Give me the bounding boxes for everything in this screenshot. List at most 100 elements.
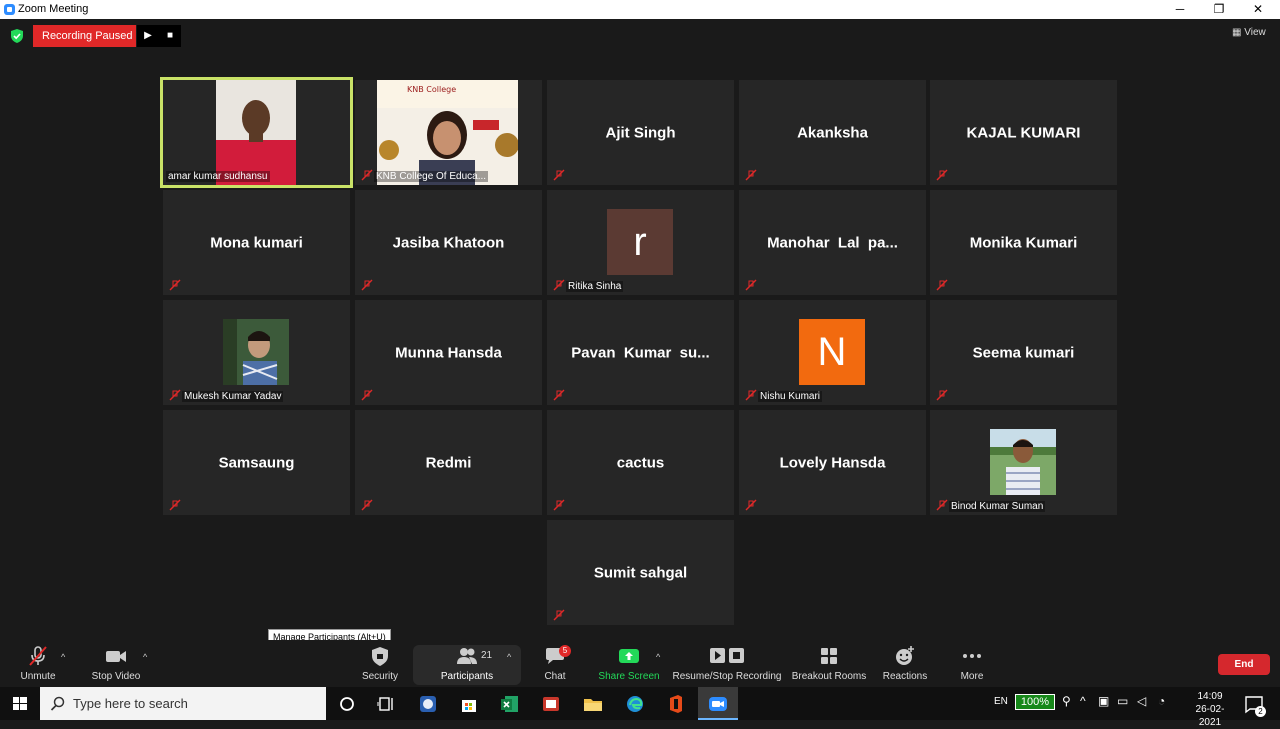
participant-name-display: Mona kumari bbox=[210, 234, 303, 251]
app-icon-generic[interactable] bbox=[418, 694, 438, 714]
participant-name-display: Manohar Lal pa... bbox=[767, 234, 898, 251]
participant-tile[interactable]: amar kumar sudhansu bbox=[160, 77, 353, 188]
breakout-rooms-icon bbox=[821, 648, 837, 664]
participant-tile[interactable]: Samsaung bbox=[163, 410, 350, 515]
resume-recording-button[interactable]: ▶ bbox=[137, 25, 159, 47]
participant-avatar: N bbox=[799, 319, 865, 385]
chat-unread-badge: 5 bbox=[559, 645, 571, 657]
show-hidden-icons-chevron-icon[interactable]: ^ bbox=[1080, 694, 1086, 708]
muted-mic-icon bbox=[936, 169, 948, 181]
participants-count: 21 bbox=[481, 650, 493, 661]
windows-start-icon[interactable] bbox=[0, 687, 40, 720]
share-screen-button[interactable]: Share Screen bbox=[598, 645, 660, 682]
muted-mic-icon bbox=[553, 279, 565, 291]
volume-icon[interactable]: ◁ bbox=[1137, 694, 1146, 708]
participant-tile[interactable]: Seema kumari bbox=[930, 300, 1117, 405]
end-meeting-button[interactable]: End bbox=[1218, 654, 1270, 675]
participant-tile[interactable]: Ajit Singh bbox=[547, 80, 734, 185]
participant-tile[interactable]: Binod Kumar Suman bbox=[930, 410, 1117, 515]
breakout-rooms-label: Breakout Rooms bbox=[791, 671, 867, 682]
participant-tile[interactable]: KAJAL KUMARI bbox=[930, 80, 1117, 185]
participant-name-display: Lovely Hansda bbox=[779, 454, 886, 471]
audio-options-chevron-icon[interactable]: ^ bbox=[61, 652, 65, 662]
muted-mic-icon bbox=[169, 279, 181, 291]
minimize-button[interactable]: ─ bbox=[1160, 0, 1200, 19]
cortana-icon[interactable] bbox=[337, 694, 357, 714]
power-battery-icon[interactable]: ▭ bbox=[1117, 694, 1128, 708]
participant-tile[interactable]: Redmi bbox=[355, 410, 542, 515]
tray-app-icon[interactable]: ▣ bbox=[1098, 694, 1109, 708]
search-icon bbox=[50, 696, 65, 711]
muted-mic-icon bbox=[553, 169, 565, 181]
participant-tile[interactable]: Mona kumari bbox=[163, 190, 350, 295]
close-button[interactable]: ✕ bbox=[1238, 0, 1278, 19]
participant-name-display: Monika Kumari bbox=[969, 234, 1078, 251]
unmute-label: Unmute bbox=[20, 671, 56, 682]
muted-mic-icon bbox=[553, 609, 565, 621]
more-button[interactable]: More bbox=[952, 645, 992, 682]
share-options-chevron-icon[interactable]: ^ bbox=[656, 652, 660, 662]
file-explorer-icon[interactable] bbox=[583, 694, 603, 714]
participant-tile[interactable]: Sumit sahgal bbox=[547, 520, 734, 625]
view-button[interactable]: ▦ View bbox=[1232, 27, 1266, 38]
breakout-rooms-button[interactable]: Breakout Rooms bbox=[790, 645, 868, 682]
wifi-icon[interactable]: ◔ bbox=[1158, 694, 1165, 708]
participant-name: Ritika Sinha bbox=[566, 281, 624, 292]
clock-time: 14:09 bbox=[1197, 691, 1223, 702]
stop-video-button[interactable]: Stop Video bbox=[88, 645, 144, 682]
stop-recording-button[interactable]: ■ bbox=[159, 25, 181, 47]
participant-name-display: Pavan Kumar su... bbox=[571, 344, 710, 361]
reactions-emoji-icon bbox=[896, 646, 914, 665]
participant-tile[interactable]: cactus bbox=[547, 410, 734, 515]
video-options-chevron-icon[interactable]: ^ bbox=[143, 652, 147, 662]
participant-tile[interactable]: Lovely Hansda bbox=[739, 410, 926, 515]
presentation-app-icon[interactable] bbox=[541, 694, 561, 714]
more-dots-icon bbox=[963, 654, 981, 658]
reactions-button[interactable]: Reactions bbox=[882, 645, 928, 682]
language-indicator[interactable]: EN bbox=[994, 696, 1008, 707]
participant-name: Binod Kumar Suman bbox=[949, 501, 1046, 512]
task-view-icon[interactable] bbox=[377, 694, 397, 714]
taskbar-clock[interactable]: 14:09 26-02-2021 bbox=[1188, 690, 1232, 729]
battery-percentage[interactable]: 100% bbox=[1015, 694, 1055, 710]
taskbar-search-box[interactable]: Type here to search bbox=[40, 687, 326, 720]
office-icon[interactable] bbox=[666, 694, 686, 714]
participant-tile[interactable]: KNB College KNB College Of Educa... bbox=[355, 80, 542, 185]
encryption-shield-icon[interactable] bbox=[10, 29, 24, 43]
store-icon[interactable] bbox=[459, 694, 479, 714]
excel-icon[interactable] bbox=[500, 694, 520, 714]
participant-tile[interactable]: Jasiba Khatoon bbox=[355, 190, 542, 295]
participant-tile[interactable]: Pavan Kumar su... bbox=[547, 300, 734, 405]
participant-name: amar kumar sudhansu bbox=[166, 171, 270, 182]
resume-stop-recording-button[interactable]: Resume/Stop Recording bbox=[672, 645, 782, 682]
participant-name-display: Ajit Singh bbox=[605, 124, 676, 141]
edge-browser-icon[interactable] bbox=[625, 694, 645, 714]
participant-tile[interactable]: Monika Kumari bbox=[930, 190, 1117, 295]
participant-name: KNB College Of Educa... bbox=[374, 171, 489, 182]
participant-tile[interactable]: Akanksha bbox=[739, 80, 926, 185]
muted-mic-icon bbox=[936, 499, 948, 511]
security-button[interactable]: Security bbox=[358, 645, 402, 682]
notification-count-badge: 2 bbox=[1255, 706, 1266, 717]
unmute-button[interactable]: Unmute bbox=[18, 645, 58, 682]
participant-tile[interactable]: Munna Hansda bbox=[355, 300, 542, 405]
muted-mic-icon bbox=[936, 389, 948, 401]
participant-name: Nishu Kumari bbox=[758, 391, 823, 402]
muted-mic-icon bbox=[169, 499, 181, 511]
participant-tile[interactable]: Mukesh Kumar Yadav bbox=[163, 300, 350, 405]
muted-mic-icon bbox=[361, 279, 373, 291]
participants-options-chevron-icon[interactable]: ^ bbox=[507, 652, 511, 662]
participant-video: KNB College bbox=[377, 80, 518, 185]
participant-tile[interactable]: r Ritika Sinha bbox=[547, 190, 734, 295]
zoom-app-icon[interactable] bbox=[708, 694, 728, 714]
play-stop-icon bbox=[710, 648, 744, 663]
muted-mic-icon bbox=[553, 499, 565, 511]
microphone-tray-icon[interactable]: ⚲ bbox=[1062, 694, 1071, 708]
muted-mic-icon bbox=[745, 389, 757, 401]
maximize-button[interactable]: ❐ bbox=[1199, 0, 1239, 19]
window-title: Zoom Meeting bbox=[18, 3, 89, 15]
search-placeholder: Type here to search bbox=[73, 696, 188, 711]
participant-tile[interactable]: Manohar Lal pa... bbox=[739, 190, 926, 295]
reactions-label: Reactions bbox=[882, 671, 928, 682]
participant-tile[interactable]: N Nishu Kumari bbox=[739, 300, 926, 405]
